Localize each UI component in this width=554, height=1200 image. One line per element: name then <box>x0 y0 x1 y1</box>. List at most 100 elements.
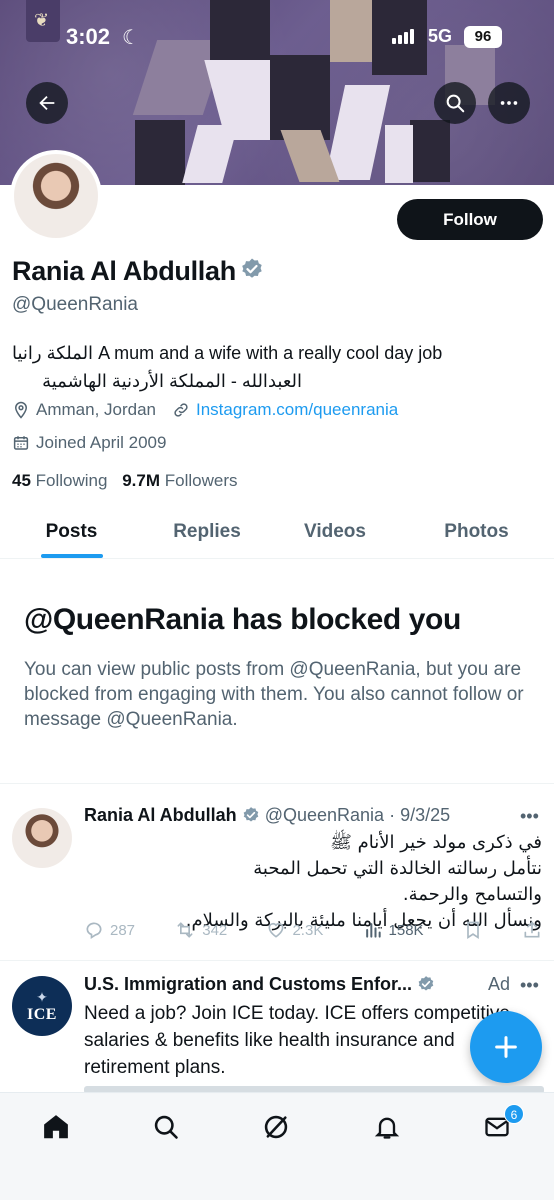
views-icon <box>365 923 381 938</box>
followers-count: 9.7M <box>122 471 160 490</box>
bio-line-2: العبدالله - المملكة الأردنية الهاشمية <box>42 371 302 391</box>
back-button[interactable] <box>26 82 68 124</box>
profile-handle: @QueenRania <box>12 294 138 315</box>
share-icon <box>524 921 540 938</box>
divider <box>0 783 554 784</box>
bell-icon <box>374 1117 400 1139</box>
profile-joined: Joined April 2009 <box>36 433 167 452</box>
like-count: 2.3K <box>292 921 324 939</box>
battery-indicator: 96 <box>464 26 502 48</box>
post-more-icon[interactable]: ••• <box>520 806 539 827</box>
location-icon <box>12 401 30 419</box>
home-icon <box>44 1115 68 1139</box>
banner-photo <box>270 55 330 140</box>
repost-count: 342 <box>202 921 228 939</box>
plus-icon <box>495 1036 517 1058</box>
tab-label: Photos <box>444 520 509 542</box>
post-text-line: في ذكرى مولد خير الأنام ﷺ <box>330 832 542 853</box>
arrow-left-icon <box>39 95 55 111</box>
divider <box>0 960 554 961</box>
profile-meta-row: Amman, Jordan Instagram.com/queenrania <box>12 400 398 420</box>
network-label: 5G <box>428 26 453 46</box>
following-count: 45 <box>12 471 31 490</box>
following-label: Following <box>35 471 108 490</box>
banner-photo <box>135 120 185 185</box>
repost-action[interactable]: 342 <box>174 920 227 940</box>
grok-icon <box>264 1115 288 1139</box>
tab-label: Videos <box>304 520 366 542</box>
verified-badge-icon[interactable] <box>240 257 264 288</box>
calendar-icon <box>12 434 30 452</box>
tab-posts[interactable]: Posts <box>0 505 143 558</box>
like-action[interactable]: 2.3K <box>266 920 323 940</box>
verified-badge-icon <box>417 975 435 998</box>
nav-search[interactable] <box>148 1109 184 1145</box>
views-action[interactable]: 158K <box>363 920 424 940</box>
ad-label: Ad <box>488 974 511 994</box>
ellipsis-icon <box>500 101 518 105</box>
bio-line-1: الملكة رانيا A mum and a wife with a rea… <box>12 343 443 363</box>
profile-tabs: Posts Replies Videos Photos <box>0 505 554 559</box>
post-author-avatar[interactable] <box>12 808 72 868</box>
profile-name: Rania Al Abdullah <box>12 256 264 288</box>
avatar-image <box>14 154 98 238</box>
ad-more-icon[interactable]: ••• <box>520 975 539 996</box>
reply-icon <box>86 922 102 940</box>
profile-link[interactable]: Instagram.com/queenrania <box>196 400 398 420</box>
ad-author-name[interactable]: U.S. Immigration and Customs Enfor... <box>84 974 412 994</box>
verified-badge-icon <box>242 806 260 829</box>
post-text[interactable]: في ذكرى مولد خير الأنام ﷺ نتأمل رسالته ا… <box>184 830 542 934</box>
post-author-name[interactable]: Rania Al Abdullah <box>84 805 237 825</box>
tab-photos[interactable]: Photos <box>399 505 554 558</box>
following-link[interactable]: 45 Following <box>12 471 107 490</box>
tab-label: Replies <box>173 520 241 542</box>
heart-icon <box>268 922 284 938</box>
search-button[interactable] <box>434 82 476 124</box>
status-time: 3:02 <box>66 24 111 49</box>
status-bar: 3:02 ☾ 5G 96 <box>0 22 554 52</box>
profile-avatar[interactable] <box>10 150 102 242</box>
banner-photo <box>410 120 450 182</box>
search-icon <box>446 94 465 113</box>
messages-badge: 6 <box>504 1104 524 1124</box>
signal-icon <box>392 28 414 44</box>
tab-videos[interactable]: Videos <box>271 505 399 558</box>
bookmark-action[interactable] <box>463 920 483 940</box>
follow-stats: 45 Following 9.7M Followers <box>12 471 237 491</box>
post-author-handle: @QueenRania <box>264 805 385 825</box>
post-dot-separator: · <box>384 805 401 825</box>
eagle-icon: ✦ <box>36 988 48 1005</box>
nav-notifications[interactable] <box>369 1109 405 1145</box>
share-action[interactable] <box>522 920 542 940</box>
ad-author-avatar[interactable]: ✦ ICE <box>12 976 72 1036</box>
bottom-navigation <box>0 1092 554 1200</box>
tab-replies[interactable]: Replies <box>143 505 271 558</box>
more-options-button[interactable] <box>488 82 530 124</box>
moon-icon: ☾ <box>122 27 140 49</box>
search-icon <box>154 1115 178 1139</box>
profile-bio: الملكة رانيا A mum and a wife with a rea… <box>12 339 542 395</box>
nav-grok[interactable] <box>258 1109 294 1145</box>
reply-count: 287 <box>110 921 136 939</box>
post-actions: 287 342 2.3K 158K <box>84 920 542 940</box>
ad-logo-text: ICE <box>27 1005 57 1023</box>
tab-label: Posts <box>45 520 98 542</box>
post-header: Rania Al Abdullah @QueenRania · 9/3/25 <box>84 805 450 829</box>
link-icon <box>172 401 190 419</box>
follow-button[interactable]: Follow <box>397 199 543 240</box>
bookmark-icon <box>466 921 479 940</box>
ad-header: U.S. Immigration and Customs Enfor... <box>84 974 544 998</box>
blocked-description: You can view public posts from @QueenRan… <box>24 659 524 730</box>
post-text-line: نتأمل رسالته الخالدة التي تحمل المحبة وا… <box>253 858 542 905</box>
compose-button[interactable] <box>470 1011 542 1083</box>
reply-action[interactable]: 287 <box>84 920 135 940</box>
profile-location: Amman, Jordan <box>36 400 156 419</box>
post-date[interactable]: 9/3/25 <box>400 805 450 825</box>
repost-icon <box>177 922 193 938</box>
blocked-title: @QueenRania has blocked you <box>24 603 461 636</box>
views-count: 158K <box>388 921 424 939</box>
active-tab-indicator <box>40 554 103 558</box>
nav-home[interactable] <box>38 1109 74 1145</box>
followers-link[interactable]: 9.7M Followers <box>122 471 237 490</box>
profile-joined-row: Joined April 2009 <box>12 433 166 453</box>
